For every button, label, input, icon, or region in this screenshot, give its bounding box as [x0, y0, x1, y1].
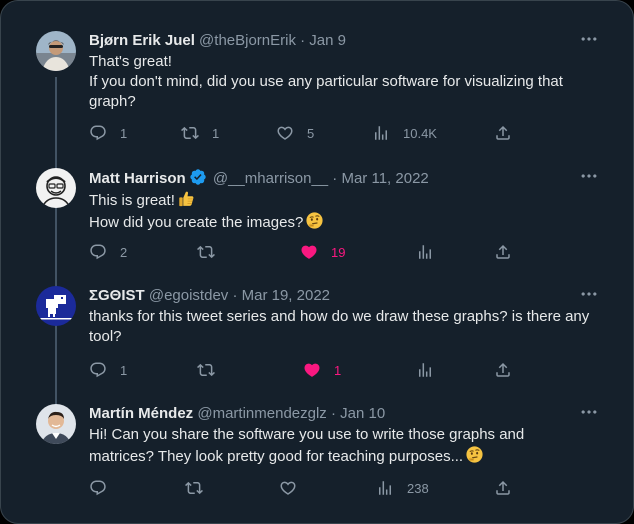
retweet-button[interactable]: 1: [181, 123, 219, 143]
like-button[interactable]: [279, 478, 297, 498]
retweet-icon: [181, 124, 199, 142]
more-icon: [579, 402, 599, 422]
display-name[interactable]: ΣGΘIST: [89, 287, 145, 304]
more-icon: [579, 29, 599, 49]
views-button[interactable]: 10.4K: [372, 123, 437, 143]
heart-icon: [276, 124, 294, 142]
retweet-icon: [185, 479, 203, 497]
reply-icon: [89, 361, 107, 379]
reply-icon: [89, 243, 107, 261]
tweet-text: thanks for this tweet series and how do …: [89, 307, 609, 347]
tweet-header: ΣGΘIST @egoistdev · Mar 19, 2022: [89, 286, 330, 306]
views-button[interactable]: [416, 242, 434, 262]
retweet-button[interactable]: [185, 478, 203, 498]
share-button[interactable]: [494, 360, 512, 380]
replies-card: Bjørn Erik Juel @theBjornErik · Jan 9 Th…: [0, 0, 634, 524]
action-bar: 238: [89, 478, 519, 498]
reply-count: 1: [120, 125, 128, 141]
view-count: 238: [407, 480, 429, 496]
action-bar: 2 19: [89, 242, 519, 262]
views-icon: [416, 243, 434, 261]
tweet-header: Bjørn Erik Juel @theBjornErik · Jan 9: [89, 31, 346, 51]
reply-count: 1: [120, 362, 128, 378]
display-name[interactable]: Bjørn Erik Juel: [89, 32, 195, 49]
text-line: thanks for this tweet series and how do …: [89, 308, 590, 345]
tweet-text: Hi! Can you share the software you use t…: [89, 425, 549, 467]
reply-tweet[interactable]: ΣGΘIST @egoistdev · Mar 19, 2022 thanks …: [1, 286, 633, 386]
views-icon: [416, 361, 434, 379]
share-icon: [494, 479, 512, 497]
action-bar: 1 1: [89, 360, 519, 380]
reply-icon: [89, 124, 107, 142]
views-icon: [372, 124, 390, 142]
text-line: This is great!: [89, 192, 175, 209]
handle-date[interactable]: @__mharrison__ · Mar 11, 2022: [213, 170, 429, 187]
views-button[interactable]: [416, 360, 434, 380]
tweet-text: That's great! If you don't mind, did you…: [89, 52, 609, 112]
like-count: 19: [331, 244, 346, 260]
share-button[interactable]: [494, 478, 512, 498]
reply-button[interactable]: [89, 478, 107, 498]
retweet-count: 1: [212, 125, 220, 141]
tweet-header: Martín Méndez @martinmendezglz · Jan 10: [89, 404, 385, 424]
reply-button[interactable]: 2: [89, 242, 127, 262]
tweet-text: This is great! How did you create the im…: [89, 189, 609, 233]
tweet-header: Matt Harrison @__mharrison__ · Mar 11, 2…: [89, 168, 429, 188]
retweet-button[interactable]: [197, 242, 215, 262]
views-icon: [376, 479, 394, 497]
views-button[interactable]: 238: [376, 478, 429, 498]
text-line: Hi! Can you share the software you use t…: [89, 426, 525, 465]
more-options-button[interactable]: [579, 284, 599, 304]
more-options-button[interactable]: [579, 402, 599, 422]
like-button[interactable]: 19: [300, 242, 345, 262]
share-icon: [494, 124, 512, 142]
reply-icon: [89, 479, 107, 497]
text-line: That's great!: [89, 53, 172, 70]
text-line: If you don't mind, did you use any parti…: [89, 73, 563, 110]
share-icon: [494, 361, 512, 379]
retweet-button[interactable]: [197, 360, 215, 380]
more-icon: [579, 166, 599, 186]
handle-date[interactable]: @martinmendezglz · Jan 10: [197, 405, 385, 422]
reply-button[interactable]: 1: [89, 360, 127, 380]
heart-filled-icon: [300, 243, 318, 261]
display-name[interactable]: Matt Harrison: [89, 170, 186, 187]
avatar[interactable]: [36, 286, 76, 326]
retweet-icon: [197, 361, 215, 379]
avatar[interactable]: [36, 168, 76, 208]
avatar[interactable]: [36, 31, 76, 71]
share-button[interactable]: [494, 123, 512, 143]
handle-date[interactable]: @egoistdev · Mar 19, 2022: [149, 287, 330, 304]
avatar[interactable]: [36, 404, 76, 444]
thinking-face-icon: [305, 211, 324, 230]
heart-filled-icon: [303, 361, 321, 379]
like-count: 5: [307, 125, 315, 141]
retweet-icon: [197, 243, 215, 261]
reply-count: 2: [120, 244, 128, 260]
thinking-face-icon: [465, 445, 484, 464]
view-count: 10.4K: [403, 125, 437, 141]
heart-icon: [279, 479, 297, 497]
reply-tweet[interactable]: Martín Méndez @martinmendezglz · Jan 10 …: [1, 404, 633, 504]
thumbs-up-icon: [177, 189, 196, 208]
like-count: 1: [334, 362, 342, 378]
handle-date[interactable]: @theBjornErik · Jan 9: [199, 32, 346, 49]
reply-tweet[interactable]: Matt Harrison @__mharrison__ · Mar 11, 2…: [1, 168, 633, 268]
share-button[interactable]: [494, 242, 512, 262]
display-name[interactable]: Martín Méndez: [89, 405, 193, 422]
more-options-button[interactable]: [579, 166, 599, 186]
action-bar: 1 1 5 10.4K: [89, 123, 519, 143]
more-options-button[interactable]: [579, 29, 599, 49]
like-button[interactable]: 5: [276, 123, 314, 143]
text-line: How did you create the images?: [89, 214, 304, 231]
like-button[interactable]: 1: [303, 360, 341, 380]
reply-button[interactable]: 1: [89, 123, 127, 143]
reply-tweet[interactable]: Bjørn Erik Juel @theBjornErik · Jan 9 Th…: [1, 29, 633, 437]
share-icon: [494, 243, 512, 261]
more-icon: [579, 284, 599, 304]
